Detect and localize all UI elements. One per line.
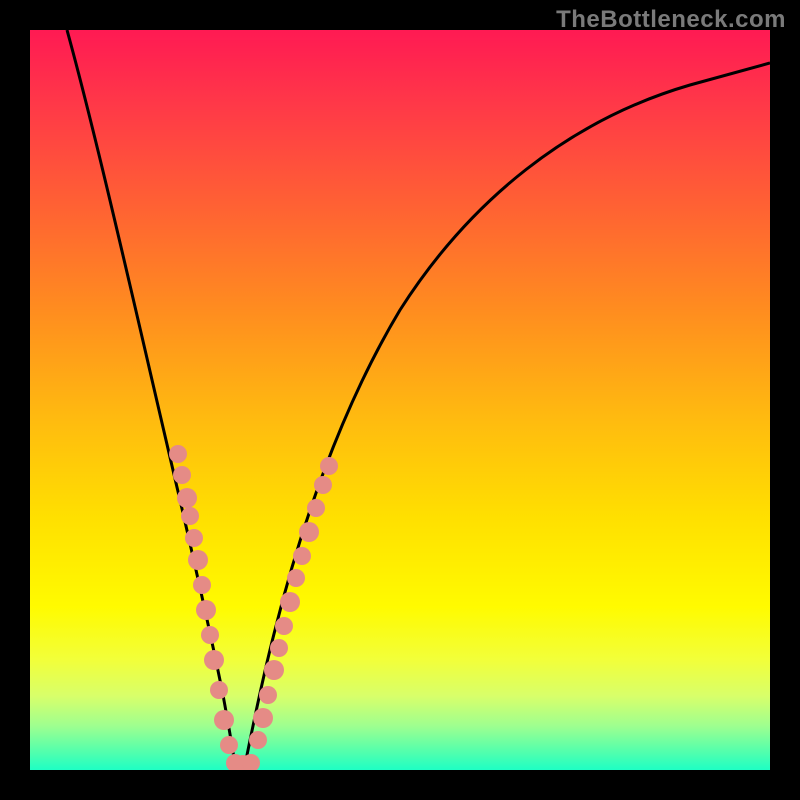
marker-dot xyxy=(196,600,216,620)
marker-dot xyxy=(173,466,191,484)
marker-dot xyxy=(287,569,305,587)
marker-dot xyxy=(307,499,325,517)
marker-dot xyxy=(214,710,234,730)
marker-dot xyxy=(181,507,199,525)
marker-dot xyxy=(264,660,284,680)
marker-dot xyxy=(188,550,208,570)
marker-dot xyxy=(220,736,238,754)
marker-dot xyxy=(177,488,197,508)
marker-dot xyxy=(249,731,267,749)
bottleneck-curve xyxy=(67,30,770,765)
marker-dot xyxy=(299,522,319,542)
marker-dot xyxy=(185,529,203,547)
marker-dot xyxy=(201,626,219,644)
watermark-text: TheBottleneck.com xyxy=(556,6,786,34)
marker-dot xyxy=(320,457,338,475)
plot-area xyxy=(30,30,770,770)
marker-dot xyxy=(169,445,187,463)
marker-dot xyxy=(275,617,293,635)
marker-dot xyxy=(259,686,277,704)
marker-dot xyxy=(293,547,311,565)
chart-frame: TheBottleneck.com xyxy=(0,0,800,800)
curve-layer xyxy=(30,30,770,770)
marker-dot xyxy=(193,576,211,594)
marker-dot xyxy=(210,681,228,699)
marker-dot xyxy=(314,476,332,494)
marker-dot xyxy=(253,708,273,728)
marker-dot xyxy=(204,650,224,670)
marker-dot xyxy=(270,639,288,657)
marker-dot xyxy=(280,592,300,612)
